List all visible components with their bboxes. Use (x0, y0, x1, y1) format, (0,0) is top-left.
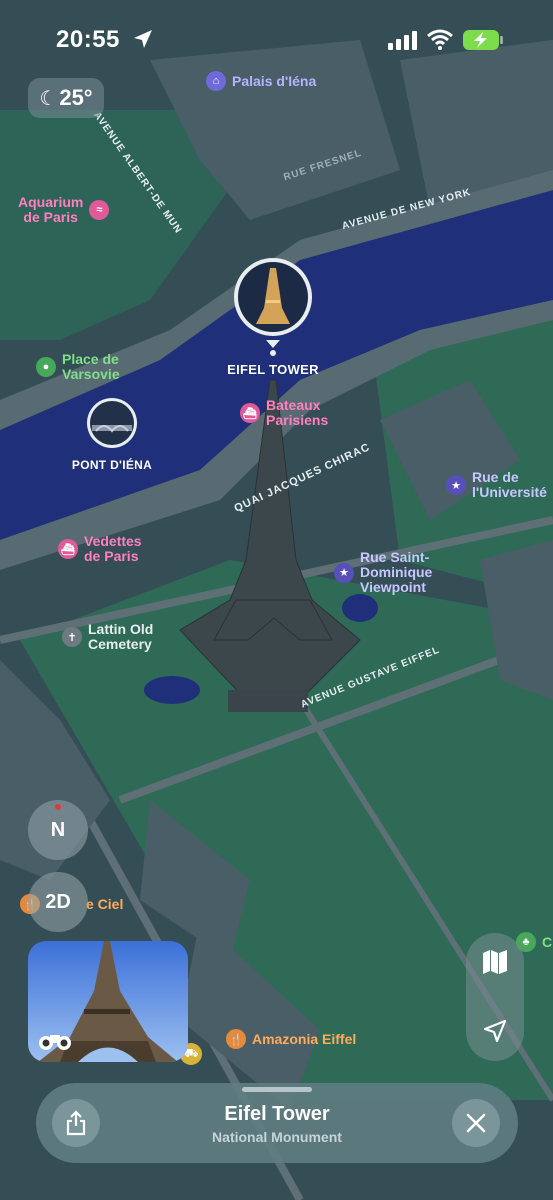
close-icon (466, 1113, 486, 1133)
poi-lattin-cemetery[interactable]: ✝ Lattin Old Cemetery (62, 622, 153, 652)
poi-edge-c[interactable]: ♣ C (516, 932, 552, 952)
moon-stars-icon: ☾ (39, 87, 58, 110)
poi-rue-saint-dominique[interactable]: ★ Rue Saint- Dominique Viewpoint (334, 550, 432, 595)
poi-aquarium[interactable]: ≈ Aquarium de Paris (18, 194, 110, 225)
cellular-signal-icon (388, 30, 418, 55)
view-mode-toggle[interactable]: 2D (28, 872, 88, 932)
pont-iena-pin-label: PONT D'IÉNA (71, 458, 153, 472)
place-sheet[interactable]: Eifel Tower National Monument (36, 1083, 518, 1163)
map-controls (466, 933, 524, 1061)
sheet-subtitle: National Monument (212, 1129, 342, 1145)
poi-dominique-line2: Dominique (360, 564, 433, 580)
poi-amazonia-eiffel[interactable]: 🍴 Amazonia Eiffel (226, 1029, 356, 1049)
cemetery-icon: ✝ (62, 627, 82, 647)
restaurant-icon: 🍴 (226, 1029, 246, 1049)
binoculars-icon (38, 1029, 72, 1051)
poi-dominique-line3: Viewpoint (360, 579, 426, 595)
poi-lattin-line2: Cemetery (88, 636, 152, 652)
sheet-grabber[interactable] (242, 1087, 312, 1092)
poi-aquarium-line1: Aquarium (18, 194, 84, 210)
star-icon: ★ (446, 475, 466, 495)
look-around-preview[interactable] (28, 941, 188, 1062)
pin-thumbnail-eiffel (234, 258, 312, 356)
pont-iena-pin[interactable] (86, 397, 138, 449)
poi-vedettes-line1: Vedettes (84, 533, 142, 549)
location-arrow-icon (132, 28, 154, 55)
poi-vedettes-line2: de Paris (84, 548, 139, 564)
status-time: 20:55 (56, 26, 120, 53)
compass-button[interactable]: N (28, 800, 88, 860)
status-bar: 20:55 (0, 0, 553, 80)
poi-place-varsovie[interactable]: ● Place de Varsovie (36, 352, 120, 382)
poi-bateaux-line2: Parisiens (266, 412, 329, 428)
ferry-icon: ⛴ (58, 539, 78, 559)
poi-bateaux-parisiens[interactable]: ⛴ Bateaux Parisiens (240, 398, 328, 428)
compass-needle-icon (55, 804, 61, 810)
view-mode-label: 2D (45, 890, 71, 913)
eiffel-tower-pin-label: EIFEL TOWER (227, 362, 319, 377)
poi-universite-line2: l'Université (472, 484, 547, 500)
locate-me-icon[interactable] (483, 1019, 507, 1048)
poi-rue-universite[interactable]: ★ Rue de l'Université (446, 470, 547, 500)
poi-universite-line1: Rue de (472, 469, 519, 485)
map-icon[interactable] (482, 949, 508, 980)
poi-aquarium-line2: de Paris (23, 209, 78, 225)
star-icon: ★ (334, 562, 354, 583)
poi-varsovie-line2: Varsovie (62, 366, 120, 382)
sheet-title: Eifel Tower (224, 1103, 330, 1125)
poi-bateaux-line1: Bateaux (266, 397, 321, 413)
eiffel-tower-pin[interactable] (232, 256, 314, 356)
poi-varsovie-line1: Place de (62, 351, 119, 367)
ferry-icon: ⛴ (240, 403, 260, 423)
weather-badge[interactable]: ☾ 25° (28, 78, 104, 118)
weather-temperature: 25° (59, 85, 93, 110)
compass-north-label: N (50, 818, 66, 841)
poi-vedettes-paris[interactable]: ⛴ Vedettes de Paris (58, 534, 142, 564)
wifi-icon (426, 28, 454, 55)
battery-charging-icon (463, 30, 505, 55)
poi-dominique-line1: Rue Saint- (360, 549, 430, 565)
poi-lattin-line1: Lattin Old (88, 621, 154, 637)
park-icon: ● (36, 357, 56, 377)
fish-icon: ≈ (89, 200, 110, 220)
close-button[interactable] (452, 1099, 500, 1147)
pin-thumbnail-pont (87, 398, 137, 448)
